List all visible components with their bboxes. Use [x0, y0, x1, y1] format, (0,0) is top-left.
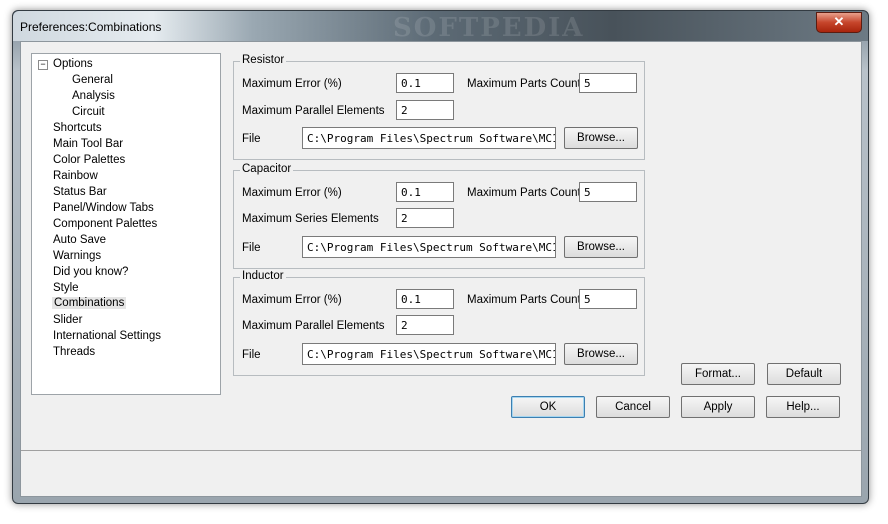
inductor-group: Inductor Maximum Error (%) 0.1 Maximum P…: [233, 270, 645, 376]
tree-item-auto-save[interactable]: Auto Save: [53, 234, 106, 246]
inductor-parallel-elements-label: Maximum Parallel Elements: [242, 320, 385, 332]
resistor-max-parts-field[interactable]: 5: [579, 73, 637, 93]
options-tree[interactable]: − Options General Analysis Circuit Short…: [31, 53, 221, 395]
resistor-browse-button[interactable]: Browse...: [564, 127, 638, 149]
title-bar[interactable]: SOFTPEDIA Preferences:Combinations ✕: [13, 11, 868, 43]
resistor-group-label: Resistor: [240, 54, 287, 66]
capacitor-file-label: File: [242, 242, 261, 254]
close-button[interactable]: ✕: [816, 12, 862, 33]
collapse-icon[interactable]: −: [38, 60, 48, 70]
capacitor-file-path-field[interactable]: C:\Program Files\Spectrum Software\MC10d…: [302, 236, 556, 258]
capacitor-series-elements-label: Maximum Series Elements: [242, 213, 379, 225]
capacitor-max-parts-field[interactable]: 5: [579, 182, 637, 202]
default-button[interactable]: Default: [767, 363, 841, 385]
tree-item-style[interactable]: Style: [53, 282, 79, 294]
tree-item-status-bar[interactable]: Status Bar: [53, 186, 107, 198]
tree-item-circuit[interactable]: Circuit: [72, 106, 105, 118]
ok-button[interactable]: OK: [511, 396, 585, 418]
capacitor-group: Capacitor Maximum Error (%) 0.1 Maximum …: [233, 163, 645, 269]
inductor-max-error-label: Maximum Error (%): [242, 294, 342, 306]
tree-item-did-you-know[interactable]: Did you know?: [53, 266, 128, 278]
preferences-window: SOFTPEDIA Preferences:Combinations ✕ − O…: [12, 10, 869, 504]
capacitor-max-error-field[interactable]: 0.1: [396, 182, 454, 202]
cancel-button[interactable]: Cancel: [596, 396, 670, 418]
resistor-file-label: File: [242, 133, 261, 145]
inductor-max-parts-field[interactable]: 5: [579, 289, 637, 309]
tree-item-slider[interactable]: Slider: [53, 314, 82, 326]
resistor-file-path-field[interactable]: C:\Program Files\Spectrum Software\MC10d…: [302, 127, 556, 149]
format-button[interactable]: Format...: [681, 363, 755, 385]
tree-item-general[interactable]: General: [72, 74, 113, 86]
tree-item-rainbow[interactable]: Rainbow: [53, 170, 98, 182]
inductor-file-path-field[interactable]: C:\Program Files\Spectrum Software\MC10d…: [302, 343, 556, 365]
tree-item-component-palettes[interactable]: Component Palettes: [53, 218, 157, 230]
resistor-parallel-elements-label: Maximum Parallel Elements: [242, 105, 385, 117]
tree-item-panel-window-tabs[interactable]: Panel/Window Tabs: [53, 202, 154, 214]
capacitor-max-error-label: Maximum Error (%): [242, 187, 342, 199]
tree-item-combinations[interactable]: Combinations: [52, 297, 127, 309]
inductor-parallel-elements-field[interactable]: 2: [396, 315, 454, 335]
resistor-max-parts-label: Maximum Parts Count: [467, 78, 581, 90]
inductor-browse-button[interactable]: Browse...: [564, 343, 638, 365]
help-button[interactable]: Help...: [766, 396, 840, 418]
tree-item-shortcuts[interactable]: Shortcuts: [53, 122, 102, 134]
tree-item-analysis[interactable]: Analysis: [72, 90, 115, 102]
tree-item-international-settings[interactable]: International Settings: [53, 330, 161, 342]
inductor-group-label: Inductor: [240, 270, 286, 282]
capacitor-series-elements-field[interactable]: 2: [396, 208, 454, 228]
tree-item-main-tool-bar[interactable]: Main Tool Bar: [53, 138, 123, 150]
tree-item-options[interactable]: Options: [53, 58, 93, 70]
tree-item-color-palettes[interactable]: Color Palettes: [53, 154, 125, 166]
resistor-group: Resistor Maximum Error (%) 0.1 Maximum P…: [233, 54, 645, 160]
inductor-file-label: File: [242, 349, 261, 361]
inductor-max-parts-label: Maximum Parts Count: [467, 294, 581, 306]
resistor-parallel-elements-field[interactable]: 2: [396, 100, 454, 120]
capacitor-group-label: Capacitor: [240, 163, 294, 175]
close-icon: ✕: [833, 14, 845, 29]
capacitor-browse-button[interactable]: Browse...: [564, 236, 638, 258]
background-watermark: SOFTPEDIA: [393, 13, 585, 43]
inductor-max-error-field[interactable]: 0.1: [396, 289, 454, 309]
window-title: Preferences:Combinations: [20, 20, 162, 34]
resistor-max-error-field[interactable]: 0.1: [396, 73, 454, 93]
tree-item-threads[interactable]: Threads: [53, 346, 95, 358]
tree-item-warnings[interactable]: Warnings: [53, 250, 101, 262]
capacitor-max-parts-label: Maximum Parts Count: [467, 187, 581, 199]
dialog-client-area: − Options General Analysis Circuit Short…: [20, 41, 862, 497]
resistor-max-error-label: Maximum Error (%): [242, 78, 342, 90]
apply-button[interactable]: Apply: [681, 396, 755, 418]
status-separator: [21, 450, 861, 451]
